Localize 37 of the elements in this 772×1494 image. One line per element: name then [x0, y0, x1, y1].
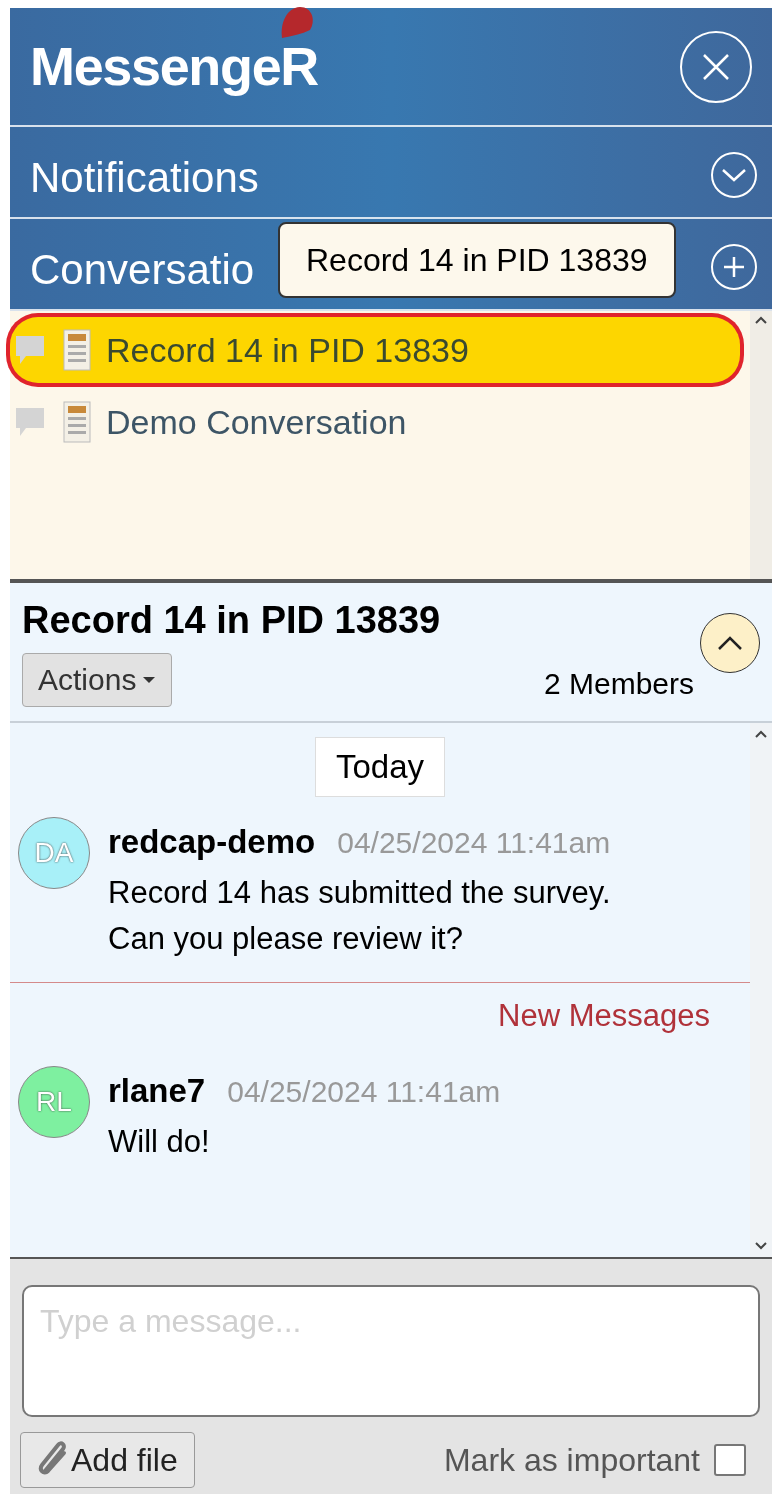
section-header[interactable]: Notifications [10, 127, 772, 219]
conversation-title: Demo Conversation [106, 401, 407, 443]
caret-icon [142, 675, 157, 684]
expand-icon[interactable] [710, 151, 758, 199]
conversation-title: Record 14 in PID 13839 [22, 598, 441, 643]
message-text: Will do! [108, 1123, 211, 1161]
conversation-title: Record 14 in PID 13839 [106, 329, 469, 371]
conversation-item[interactable]: Demo Conversation [10, 389, 740, 455]
section-title: Conversatio [30, 244, 255, 295]
new-messages-label: New Messages [498, 997, 710, 1035]
message-time: 04/25/2024 11:41am [227, 1073, 501, 1110]
scrollbar[interactable] [750, 311, 772, 579]
author-name: redcap-demo [108, 821, 316, 862]
document-icon [62, 329, 92, 371]
important-checkbox[interactable] [714, 1444, 746, 1476]
date-label: Today [314, 737, 446, 797]
close-button[interactable] [680, 30, 752, 103]
section-title: Notifications [30, 152, 259, 203]
logo-text: MessengeR [30, 36, 318, 96]
add-icon[interactable] [710, 243, 758, 291]
avatar: DA [18, 816, 90, 889]
important-label: Mark as important [443, 1441, 700, 1480]
actions-dropdown[interactable]: Actions [22, 652, 173, 707]
scroll-up-icon[interactable] [754, 729, 768, 739]
message-time: 04/25/2024 11:41am [337, 824, 611, 861]
scroll-down-icon[interactable] [754, 1241, 768, 1251]
tooltip: Record 14 in PID 13839 [278, 222, 676, 298]
members-count: 2 Members [543, 666, 694, 702]
add-file-button[interactable]: Add file [20, 1432, 195, 1488]
chevron-up-icon [716, 634, 744, 652]
avatar: RL [18, 1065, 90, 1138]
scrollbar[interactable] [750, 723, 772, 1257]
author-name: rlane7 [108, 1070, 206, 1111]
message-text: Record 14 has submitted the survey. Can you please review it? [108, 874, 612, 958]
scroll-up-icon[interactable] [754, 315, 768, 325]
document-icon [62, 401, 92, 443]
collapse-button[interactable] [700, 613, 760, 673]
